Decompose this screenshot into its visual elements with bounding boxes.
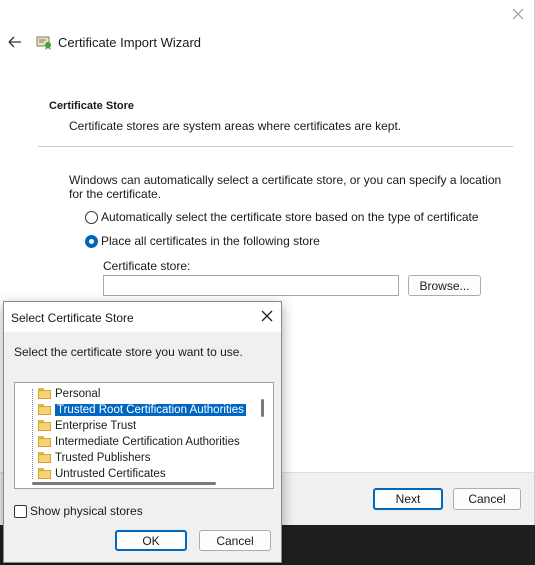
certificate-store-label: Certificate store: bbox=[103, 259, 191, 273]
tree-connector bbox=[32, 389, 33, 479]
dialog-title-bar: Select Certificate Store bbox=[4, 302, 281, 332]
show-physical-checkbox[interactable] bbox=[14, 504, 27, 518]
divider bbox=[38, 146, 513, 147]
folder-icon bbox=[38, 468, 51, 479]
dialog-description: Select the certificate store you want to… bbox=[14, 345, 243, 359]
browse-button[interactable]: Browse... bbox=[408, 275, 481, 296]
tree-item-label: Personal bbox=[55, 387, 101, 400]
radio-place-in-store[interactable]: Place all certificates in the following … bbox=[85, 234, 320, 248]
radio-button-selected[interactable] bbox=[85, 234, 98, 248]
folder-icon bbox=[38, 388, 51, 399]
folder-icon bbox=[38, 420, 51, 431]
radio-auto-label: Automatically select the certificate sto… bbox=[101, 210, 479, 224]
next-button[interactable]: Next bbox=[373, 488, 443, 510]
vertical-scrollbar[interactable] bbox=[261, 399, 264, 417]
radio-manual-label: Place all certificates in the following … bbox=[101, 234, 320, 248]
tree-item-label: Trusted Publishers bbox=[55, 451, 151, 464]
tree-item-label: Untrusted Certificates bbox=[55, 467, 166, 480]
show-physical-label: Show physical stores bbox=[30, 504, 143, 518]
select-certificate-store-dialog: Select Certificate Store Select the cert… bbox=[3, 301, 282, 563]
close-icon[interactable] bbox=[260, 309, 274, 323]
certificate-icon bbox=[35, 33, 53, 51]
wizard-cancel-button[interactable]: Cancel bbox=[453, 488, 521, 510]
radio-button[interactable] bbox=[85, 210, 98, 224]
certificate-store-field[interactable] bbox=[103, 275, 399, 296]
wizard-title: Certificate Import Wizard bbox=[58, 35, 202, 50]
folder-icon bbox=[38, 452, 51, 463]
close-icon[interactable] bbox=[509, 5, 527, 23]
tree-item-personal[interactable]: Personal bbox=[38, 386, 100, 401]
horizontal-scrollbar[interactable] bbox=[32, 482, 216, 485]
tree-item-trusted-root[interactable]: Trusted Root Certification Authorities bbox=[38, 402, 246, 417]
tree-item-untrusted[interactable]: Untrusted Certificates bbox=[38, 466, 166, 481]
back-arrow-icon[interactable] bbox=[6, 33, 24, 51]
ok-button[interactable]: OK bbox=[115, 530, 187, 551]
show-physical-stores[interactable]: Show physical stores bbox=[14, 504, 143, 518]
dialog-cancel-button[interactable]: Cancel bbox=[199, 530, 271, 551]
radio-auto-select[interactable]: Automatically select the certificate sto… bbox=[85, 210, 479, 224]
tree-item-intermediate[interactable]: Intermediate Certification Authorities bbox=[38, 434, 240, 449]
folder-icon bbox=[38, 404, 51, 415]
section-description: Certificate stores are system areas wher… bbox=[69, 119, 402, 133]
folder-icon bbox=[38, 436, 51, 447]
intro-text: Windows can automatically select a certi… bbox=[69, 173, 502, 201]
tree-item-enterprise-trust[interactable]: Enterprise Trust bbox=[38, 418, 136, 433]
dialog-title: Select Certificate Store bbox=[11, 311, 134, 325]
certificate-store-tree[interactable]: Personal Trusted Root Certification Auth… bbox=[14, 382, 274, 489]
tree-item-label: Enterprise Trust bbox=[55, 419, 137, 432]
tree-item-trusted-publishers[interactable]: Trusted Publishers bbox=[38, 450, 150, 465]
section-title: Certificate Store bbox=[49, 100, 134, 112]
tree-item-label: Intermediate Certification Authorities bbox=[55, 435, 240, 448]
tree-item-label-selected: Trusted Root Certification Authorities bbox=[55, 403, 246, 416]
